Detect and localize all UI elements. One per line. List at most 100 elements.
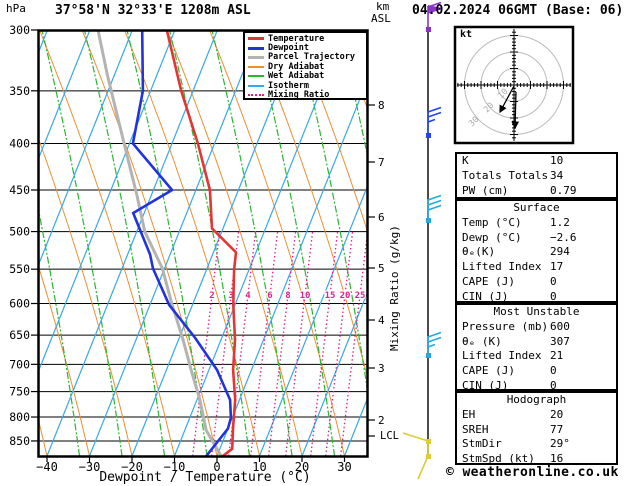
svg-text:7: 7	[378, 156, 385, 169]
table-row-label: CAPE (J)	[462, 274, 515, 288]
table-row: θₑ(K) 294	[457, 245, 616, 260]
table-row-label: StmSpd (kt)	[462, 452, 535, 466]
svg-text:15: 15	[325, 291, 336, 301]
svg-text:2: 2	[378, 414, 385, 427]
mixing-ratio-axis-label: Mixing Ratio (g/kg)	[388, 225, 401, 351]
svg-text:4: 4	[378, 314, 385, 327]
legend-swatch-thick	[248, 55, 264, 59]
legend-label: Mixing Ratio	[268, 90, 330, 101]
table-row-label: PW (cm)	[462, 183, 509, 197]
table-row: Totals Totals 34	[457, 169, 616, 184]
wind-barb	[426, 194, 442, 223]
svg-text:400: 400	[9, 137, 30, 151]
legend-item: Isotherm	[248, 81, 366, 91]
table-row-value: 600	[550, 319, 570, 333]
svg-text:800: 800	[9, 410, 30, 424]
svg-text:750: 750	[9, 385, 30, 399]
table-row: StmSpd (kt) 16	[457, 452, 616, 467]
legend-item: Mixing Ratio	[248, 90, 366, 101]
wind-barb	[426, 106, 442, 138]
table-row: Temp (°C) 1.2	[457, 216, 616, 231]
legend-item: Temperature	[248, 34, 366, 44]
copyright-footer: © weatheronline.co.uk	[446, 465, 619, 480]
svg-text:3: 3	[378, 362, 385, 375]
table-section: Hodograph EH 20 SREH 77 StmDir 29° StmSpd (kt) 1…	[455, 391, 618, 465]
table-section: Surface Temp (°C) 1.2 Dewp (°C) −2.6 θₑ(K) 294…	[455, 199, 618, 303]
table-row-value: 1.2	[550, 215, 570, 229]
table-row: Lifted Index 21	[457, 349, 616, 364]
table-row-label: Totals Totals	[462, 168, 549, 182]
wind-barb-staff	[402, 1, 442, 480]
table-row-label: Pressure (mb)	[462, 319, 549, 333]
legend-swatch-dotted	[248, 94, 264, 97]
table-row-value: 16	[550, 452, 564, 466]
table-row: PW (cm) 0.79	[457, 184, 616, 199]
svg-text:30: 30	[337, 460, 351, 474]
table-row: Pressure (mb) 600	[457, 320, 616, 335]
sounding-page: { "header": { "pressure_unit": "hPa", "t…	[0, 0, 629, 486]
table-row-value: 307	[550, 334, 570, 348]
svg-text:4: 4	[245, 291, 251, 301]
table-row-label: CIN (J)	[462, 289, 509, 303]
pressure-unit-label: hPa	[6, 2, 26, 15]
table-row-value: 34	[550, 168, 564, 182]
wind-barb	[426, 331, 442, 358]
hodograph-kt-label: kt	[460, 29, 473, 40]
table-row-value: 77	[550, 422, 564, 436]
sounding-curves	[96, 31, 238, 456]
svg-text:5: 5	[378, 262, 385, 275]
table-row-value: 0.79	[550, 183, 577, 197]
table-row-label: K	[462, 154, 469, 167]
table-section: K 10 Totals Totals 34 PW (cm) 0.79	[455, 152, 618, 199]
table-row-value: 21	[550, 349, 564, 363]
table-row: Lifted Index 17	[457, 260, 616, 275]
svg-text:350: 350	[9, 84, 30, 98]
svg-text:2: 2	[209, 291, 214, 301]
table-row-value: 17	[550, 260, 564, 274]
table-section-title: Hodograph	[506, 393, 567, 406]
x-axis-label: Dewpoint / Temperature (°C)	[99, 470, 311, 485]
datetime-label: 04.02.2024 06GMT (Base: 06)	[412, 3, 624, 18]
table-row-value: 294	[550, 245, 570, 259]
table-row: Dewp (°C) −2.6	[457, 231, 616, 246]
svg-text:25: 25	[355, 291, 366, 301]
svg-text:550: 550	[9, 262, 30, 276]
legend-swatch-thin	[248, 65, 264, 68]
table-row-label: Lifted Index	[462, 260, 542, 274]
table-section: Most Unstable Pressure (mb) 600 θₑ (K) 307 Li…	[455, 303, 618, 392]
table-row-value: 20	[550, 407, 564, 421]
table-row: θₑ (K) 307	[457, 335, 616, 350]
svg-text:650: 650	[9, 328, 30, 342]
svg-text:700: 700	[9, 357, 30, 371]
table-row-label: EH	[462, 407, 476, 421]
svg-text:6: 6	[378, 211, 385, 224]
km-axis-unit: km	[376, 0, 390, 13]
legend-item: Wet Adiabat	[248, 71, 366, 81]
lcl-label: LCL	[380, 430, 399, 442]
table-row: EH 20	[457, 408, 616, 423]
table-row: K 10	[457, 154, 616, 169]
svg-text:600: 600	[9, 297, 30, 311]
table-row: CAPE (J) 0	[457, 275, 616, 290]
table-row: CAPE (J) 0	[457, 364, 616, 379]
legend-item: Parcel Trajectory	[248, 52, 366, 62]
svg-text:8: 8	[378, 99, 385, 112]
svg-text:450: 450	[9, 183, 30, 197]
table-row-value: 10	[550, 154, 564, 167]
hodograph: 102030	[453, 25, 575, 145]
table-row-label: Lifted Index	[462, 349, 542, 363]
svg-text:6: 6	[267, 291, 272, 301]
svg-text:8: 8	[285, 291, 290, 301]
table-section-title: Surface	[513, 201, 560, 214]
table-row-label: θₑ (K)	[462, 334, 502, 348]
svg-text:850: 850	[9, 434, 30, 448]
table-row: StmDir 29°	[457, 437, 616, 452]
legend-box: Temperature Dewpoint Parcel Trajectory Dry …	[243, 31, 368, 100]
legend-swatch-thin	[248, 75, 264, 78]
table-section-title: Most Unstable	[493, 305, 580, 318]
table-row: SREH 77	[457, 423, 616, 438]
km-axis: 8 7 6 5 4 3 2	[368, 99, 385, 437]
table-row-label: CAPE (J)	[462, 364, 515, 378]
svg-text:10: 10	[300, 291, 311, 301]
table-row-label: StmDir	[462, 437, 502, 451]
